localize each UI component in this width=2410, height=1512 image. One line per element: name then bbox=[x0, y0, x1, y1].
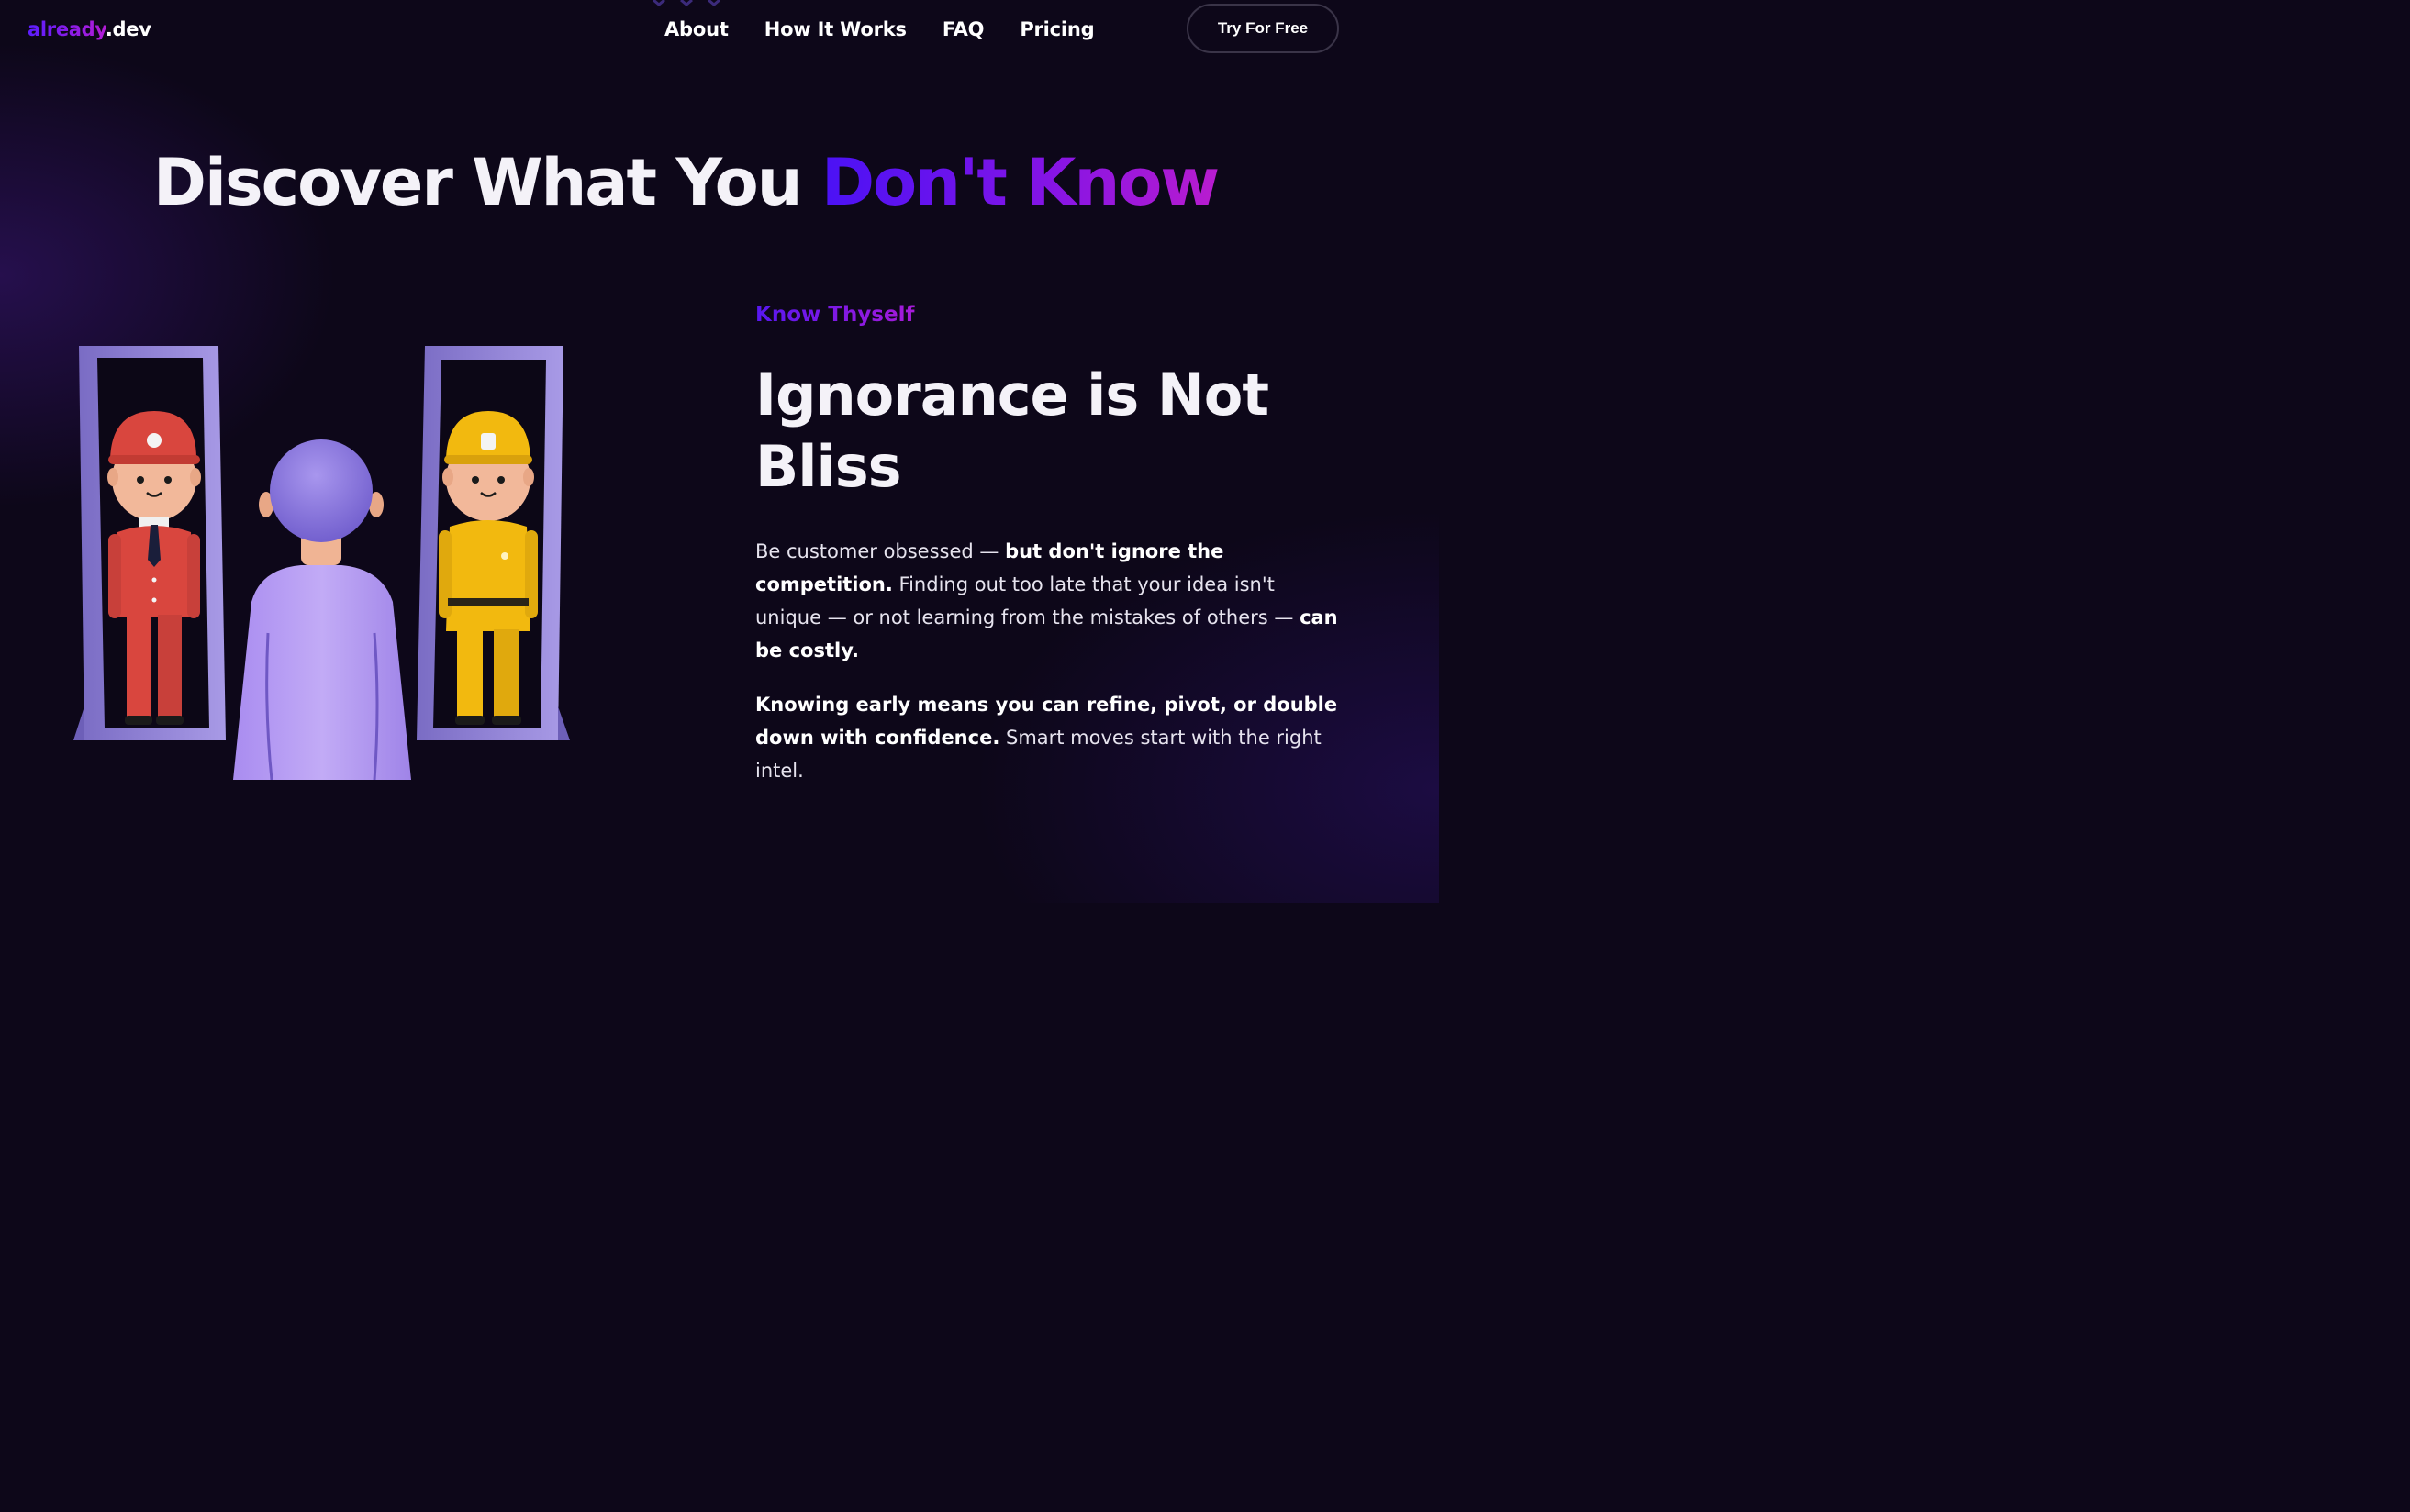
top-decoration-icon bbox=[653, 0, 720, 6]
hero-title: Discover What You Don't Know bbox=[0, 145, 1371, 220]
paragraph-knowing-early: Knowing early means you can refine, pivo… bbox=[755, 688, 1343, 787]
nav-link-pricing[interactable]: Pricing bbox=[1020, 18, 1094, 40]
nav-link-how-it-works[interactable]: How It Works bbox=[764, 18, 907, 40]
logo-brand: already bbox=[28, 18, 106, 40]
top-navigation: already.dev About How It Works FAQ Prici… bbox=[0, 0, 1439, 64]
hero-title-highlight: Don't Know bbox=[820, 145, 1220, 220]
logo-tld: .dev bbox=[105, 18, 151, 40]
nav-link-about[interactable]: About bbox=[664, 18, 729, 40]
p1-segment: Be customer obsessed — bbox=[755, 540, 1006, 562]
hero-title-plain: Discover What You bbox=[152, 145, 821, 220]
section-title: Ignorance is Not Bliss bbox=[755, 361, 1269, 500]
try-for-free-button[interactable]: Try For Free bbox=[1187, 4, 1339, 53]
logo[interactable]: already.dev bbox=[28, 18, 151, 40]
nav-link-faq[interactable]: FAQ bbox=[943, 18, 985, 40]
nav-links: About How It Works FAQ Pricing bbox=[664, 18, 1131, 40]
mirrors-illustration bbox=[73, 346, 570, 780]
paragraph-competition: Be customer obsessed — but don't ignore … bbox=[755, 535, 1343, 667]
section-eyebrow: Know Thyself bbox=[755, 303, 915, 327]
purple-person-back-icon bbox=[233, 439, 411, 780]
